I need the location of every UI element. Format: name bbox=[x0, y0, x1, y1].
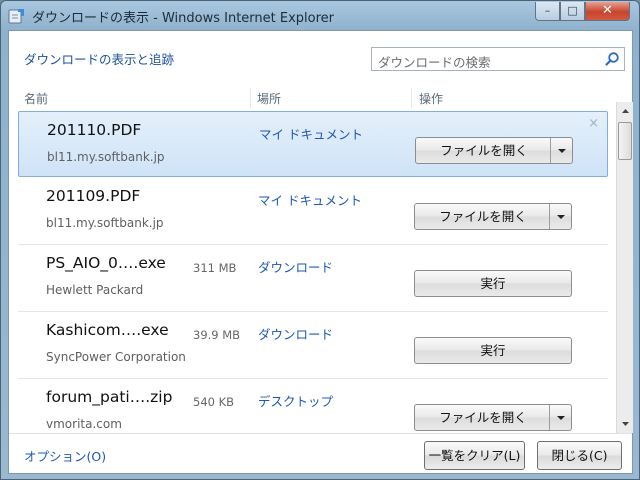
file-name: Kashicom….exe bbox=[46, 321, 169, 339]
title-bar[interactable]: ダウンロードの表示 - Windows Internet Explorer – … bbox=[1, 1, 639, 31]
download-row[interactable]: 201110.PDF bl11.my.softbank.jp マイ ドキュメント… bbox=[18, 111, 608, 177]
vertical-scrollbar[interactable] bbox=[616, 102, 633, 433]
file-size: 39.9 MB bbox=[193, 328, 241, 342]
search-icon[interactable] bbox=[604, 51, 620, 67]
column-header-location[interactable]: 場所 bbox=[257, 90, 281, 107]
file-size: 311 MB bbox=[193, 261, 237, 275]
scroll-up-icon[interactable] bbox=[618, 103, 633, 120]
scrollbar-thumb[interactable] bbox=[618, 122, 632, 160]
file-location-link[interactable]: マイ ドキュメント bbox=[258, 190, 362, 209]
file-source: bl11.my.softbank.jp bbox=[46, 216, 164, 230]
window-title: ダウンロードの表示 - Windows Internet Explorer bbox=[32, 11, 334, 26]
open-file-button[interactable]: ファイルを開く bbox=[414, 203, 572, 230]
file-name: forum_pati….zip bbox=[46, 388, 173, 406]
chevron-down-icon bbox=[558, 149, 566, 153]
file-location-link[interactable]: マイ ドキュメント bbox=[259, 124, 363, 143]
open-file-button[interactable]: ファイルを開く bbox=[415, 137, 573, 164]
file-name: 201109.PDF bbox=[46, 187, 141, 205]
scroll-down-icon[interactable] bbox=[618, 415, 633, 432]
open-options-dropdown[interactable] bbox=[549, 405, 571, 430]
column-header-action[interactable]: 操作 bbox=[419, 90, 443, 107]
file-source: Hewlett Packard bbox=[46, 283, 144, 297]
file-name: 201110.PDF bbox=[47, 121, 142, 139]
chevron-down-icon bbox=[557, 215, 565, 219]
downloads-list: 201110.PDF bl11.my.softbank.jp マイ ドキュメント… bbox=[18, 111, 608, 433]
column-header-name[interactable]: 名前 bbox=[24, 90, 48, 107]
file-location-link[interactable]: ダウンロード bbox=[258, 257, 333, 276]
options-link[interactable]: オプション(O) bbox=[24, 446, 106, 465]
downloads-window: ダウンロードの表示 - Windows Internet Explorer – … bbox=[0, 0, 640, 480]
search-input[interactable]: ダウンロードの検索 bbox=[371, 47, 625, 71]
download-row[interactable]: forum_pati….zip 540 KB vmorita.com デスクトッ… bbox=[18, 379, 608, 433]
open-options-dropdown[interactable] bbox=[549, 204, 571, 229]
file-source: vmorita.com bbox=[46, 417, 122, 431]
column-headers: 名前 場所 操作 bbox=[9, 88, 619, 110]
file-location-link[interactable]: デスクトップ bbox=[258, 391, 333, 410]
chevron-down-icon bbox=[557, 416, 565, 420]
open-file-label: ファイルを開く bbox=[439, 410, 527, 425]
column-divider bbox=[250, 88, 251, 108]
remove-item-icon[interactable]: × bbox=[588, 116, 599, 131]
close-window-button[interactable]: ✕ bbox=[585, 2, 630, 21]
search-placeholder: ダウンロードの検索 bbox=[378, 55, 491, 70]
file-name: PS_AIO_0….exe bbox=[46, 254, 166, 272]
open-file-button[interactable]: ファイルを開く bbox=[414, 404, 572, 431]
run-label: 実行 bbox=[480, 343, 506, 358]
minimize-button[interactable]: – bbox=[535, 2, 560, 21]
open-file-label: ファイルを開く bbox=[440, 143, 528, 158]
clear-list-button[interactable]: 一覧をクリア(L) bbox=[424, 441, 525, 470]
open-file-label: ファイルを開く bbox=[439, 209, 527, 224]
ie-download-icon bbox=[8, 9, 24, 24]
download-row[interactable]: PS_AIO_0….exe 311 MB Hewlett Packard ダウン… bbox=[18, 245, 608, 312]
download-row[interactable]: Kashicom….exe 39.9 MB SyncPower Corporat… bbox=[18, 312, 608, 379]
download-row[interactable]: 201109.PDF bl11.my.softbank.jp マイ ドキュメント… bbox=[18, 178, 608, 245]
run-button[interactable]: 実行 bbox=[414, 337, 572, 364]
file-location-link[interactable]: ダウンロード bbox=[258, 324, 333, 343]
page-title: ダウンロードの表示と追跡 bbox=[24, 52, 175, 67]
run-label: 実行 bbox=[480, 276, 506, 291]
file-source: SyncPower Corporation bbox=[46, 350, 186, 364]
column-divider bbox=[411, 88, 412, 108]
downloads-panel: ダウンロードの表示と追跡 ダウンロードの検索 名前 場所 操作 201110.P… bbox=[8, 30, 633, 474]
close-button[interactable]: 閉じる(C) bbox=[537, 441, 622, 470]
file-size: 540 KB bbox=[193, 395, 235, 409]
footer-bar: オプション(O) 一覧をクリア(L) 閉じる(C) bbox=[9, 433, 632, 473]
file-source: bl11.my.softbank.jp bbox=[47, 150, 165, 164]
maximize-button[interactable]: □ bbox=[560, 2, 585, 21]
run-button[interactable]: 実行 bbox=[414, 270, 572, 297]
open-options-dropdown[interactable] bbox=[550, 138, 572, 163]
